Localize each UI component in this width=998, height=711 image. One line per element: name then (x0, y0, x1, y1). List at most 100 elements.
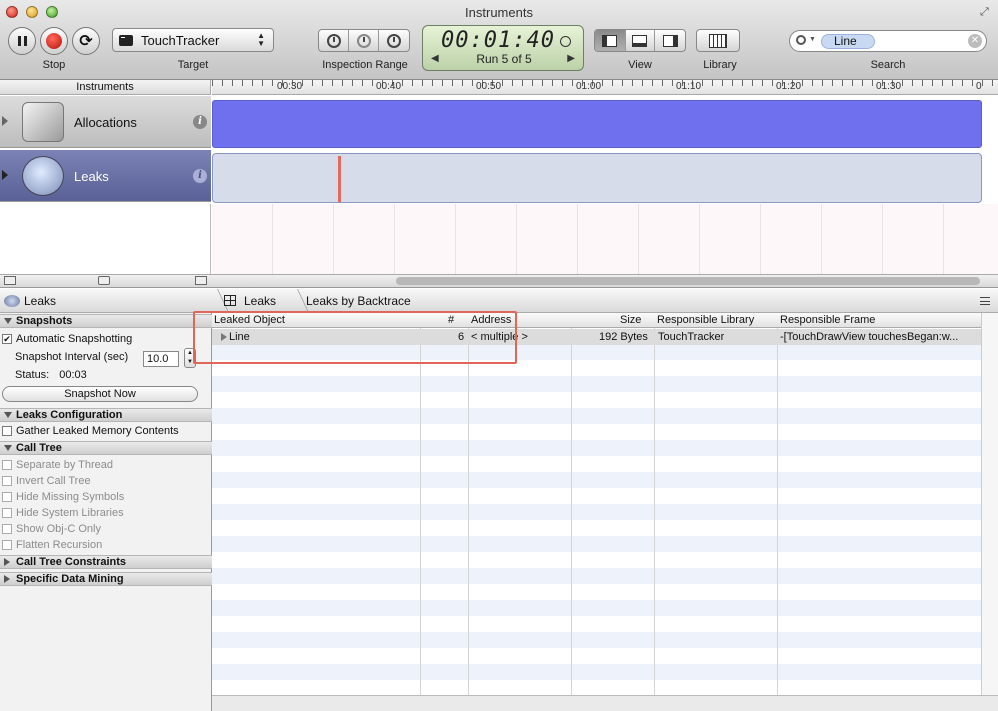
auto-snapshot-option[interactable]: ✔ Automatic Snapshotting (2, 333, 132, 345)
allocations-icon (22, 102, 64, 142)
bottom-panel-icon (632, 34, 648, 47)
view-label: View (628, 59, 652, 71)
info-icon[interactable]: i (193, 115, 207, 129)
timeline-scrollbar[interactable] (396, 277, 980, 285)
instrument-row-allocations[interactable]: Allocations i (0, 96, 211, 148)
breadcrumb-item[interactable]: Leaks by Backtrace (306, 294, 411, 308)
cell-object: Line (229, 331, 250, 343)
range-end-icon (387, 33, 401, 48)
search-field[interactable]: ▼ Line ✕ (789, 30, 987, 52)
info-icon[interactable]: i (193, 169, 207, 183)
column-divider (571, 313, 572, 695)
call-tree-checkbox[interactable] (2, 508, 12, 518)
view-left-panel-button[interactable] (595, 30, 626, 51)
leaks-track[interactable] (212, 153, 982, 203)
refresh-icon: ⟳ (79, 33, 93, 50)
section-title: Leaks Configuration (16, 409, 123, 421)
view-bottom-panel-button[interactable] (626, 30, 656, 51)
cell-frame: -[TouchDrawView touchesBegan:w... (780, 331, 959, 343)
clear-search-icon[interactable]: ✕ (968, 34, 982, 48)
restart-button[interactable]: ⟳ (72, 27, 100, 55)
cell-count: 6 (458, 331, 465, 343)
gather-contents-option[interactable]: Gather Leaked Memory Contents (2, 425, 179, 437)
ruler-tick: 00:40 (376, 81, 402, 92)
inspection-range-control (318, 29, 410, 52)
search-icon (796, 35, 806, 45)
allocations-track[interactable] (212, 100, 982, 148)
menu-icon[interactable] (980, 297, 990, 305)
fullscreen-icon[interactable]: ⤢ (980, 6, 992, 18)
gather-contents-checkbox[interactable] (2, 426, 12, 436)
call-tree-checkbox[interactable] (2, 540, 12, 550)
next-run-button[interactable]: ▶ (567, 53, 575, 64)
leaks-config-section-header[interactable]: Leaks Configuration (0, 408, 212, 422)
table-horizontal-scrollbar[interactable] (212, 695, 998, 711)
snapshots-section-header[interactable]: Snapshots (0, 314, 212, 328)
range-end-button[interactable] (379, 30, 409, 51)
section-title: Call Tree Constraints (16, 556, 127, 568)
table-vertical-scrollbar[interactable] (981, 313, 998, 695)
snapshot-now-button[interactable]: Snapshot Now (2, 386, 198, 402)
library-icon (709, 33, 727, 48)
range-start-button[interactable] (319, 30, 349, 51)
instrument-name: Allocations (74, 115, 137, 130)
instrument-row-leaks[interactable]: Leaks i (0, 150, 211, 202)
option-label: Invert Call Tree (16, 475, 91, 487)
auto-snapshot-checkbox[interactable]: ✔ (2, 334, 12, 344)
ruler-tick: 01:00 (576, 81, 602, 92)
library-label: Library (703, 59, 737, 71)
call-tree-checkbox[interactable] (2, 476, 12, 486)
run-indicator: Run 5 of 5 (476, 52, 532, 66)
data-mining-section-header[interactable]: Specific Data Mining (0, 572, 212, 586)
detail-sidebar-title: Leaks (0, 289, 212, 313)
section-title: Specific Data Mining (16, 573, 124, 585)
zoom-in-icon[interactable] (195, 276, 207, 285)
column-divider (420, 313, 421, 695)
constraints-section-header[interactable]: Call Tree Constraints (0, 555, 212, 569)
column-header[interactable]: Responsible Frame (780, 314, 875, 326)
column-header[interactable]: Leaked Object (214, 314, 285, 326)
interval-stepper[interactable]: ▲ ▼ (184, 348, 196, 368)
pause-icon (17, 36, 27, 46)
call-tree-checkbox[interactable] (2, 524, 12, 534)
target-popup[interactable]: TouchTracker ▲ ▼ (112, 28, 274, 52)
status-value: 00:03 (59, 369, 87, 381)
call-tree-option[interactable]: Flatten Recursion (2, 539, 102, 551)
call-tree-option[interactable]: Hide Missing Symbols (2, 491, 124, 503)
call-tree-section-header[interactable]: Call Tree (0, 441, 212, 455)
column-header[interactable]: Size (620, 314, 641, 326)
option-label: Flatten Recursion (16, 539, 103, 551)
disclosure-triangle-icon[interactable] (2, 170, 8, 180)
library-button[interactable] (696, 29, 740, 52)
search-options-icon[interactable]: ▼ (809, 36, 816, 43)
breadcrumb-item[interactable]: Leaks (244, 294, 276, 308)
column-header[interactable]: Address (471, 314, 511, 326)
disclosure-triangle-icon[interactable] (2, 116, 8, 126)
option-label: Hide System Libraries (16, 507, 124, 519)
search-token[interactable]: Line (821, 34, 875, 49)
call-tree-option[interactable]: Hide System Libraries (2, 507, 124, 519)
range-clear-button[interactable] (349, 30, 379, 51)
call-tree-option[interactable]: Show Obj-C Only (2, 523, 101, 535)
zoom-out-icon[interactable] (4, 276, 16, 285)
view-right-panel-button[interactable] (655, 30, 685, 51)
snapshot-interval-input[interactable]: 10.0 (143, 351, 179, 367)
toolbar: Instruments ⤢ ⟳ Stop TouchTracker ▲ ▼ Tar… (0, 0, 998, 80)
leak-marker[interactable] (338, 156, 341, 202)
column-header[interactable]: Responsible Library (657, 314, 754, 326)
record-button[interactable] (40, 27, 68, 55)
call-tree-option[interactable]: Separate by Thread (2, 459, 113, 471)
empty-track-area (212, 204, 998, 274)
pause-button[interactable] (8, 27, 36, 55)
call-tree-checkbox[interactable] (2, 492, 12, 502)
table-view-icon[interactable] (224, 295, 236, 306)
zoom-slider-icon[interactable] (98, 276, 110, 285)
ruler-tick: 01:30 (876, 81, 902, 92)
table-row[interactable]: Line 6 < multiple > 192 Bytes TouchTrack… (212, 329, 981, 345)
column-header[interactable]: # (448, 314, 454, 326)
call-tree-checkbox[interactable] (2, 460, 12, 470)
collapse-triangle-icon (4, 412, 12, 418)
call-tree-option[interactable]: Invert Call Tree (2, 475, 91, 487)
expand-row-triangle-icon[interactable] (221, 333, 227, 341)
detail-breadcrumb: Leaks Leaks by Backtrace (208, 289, 998, 313)
